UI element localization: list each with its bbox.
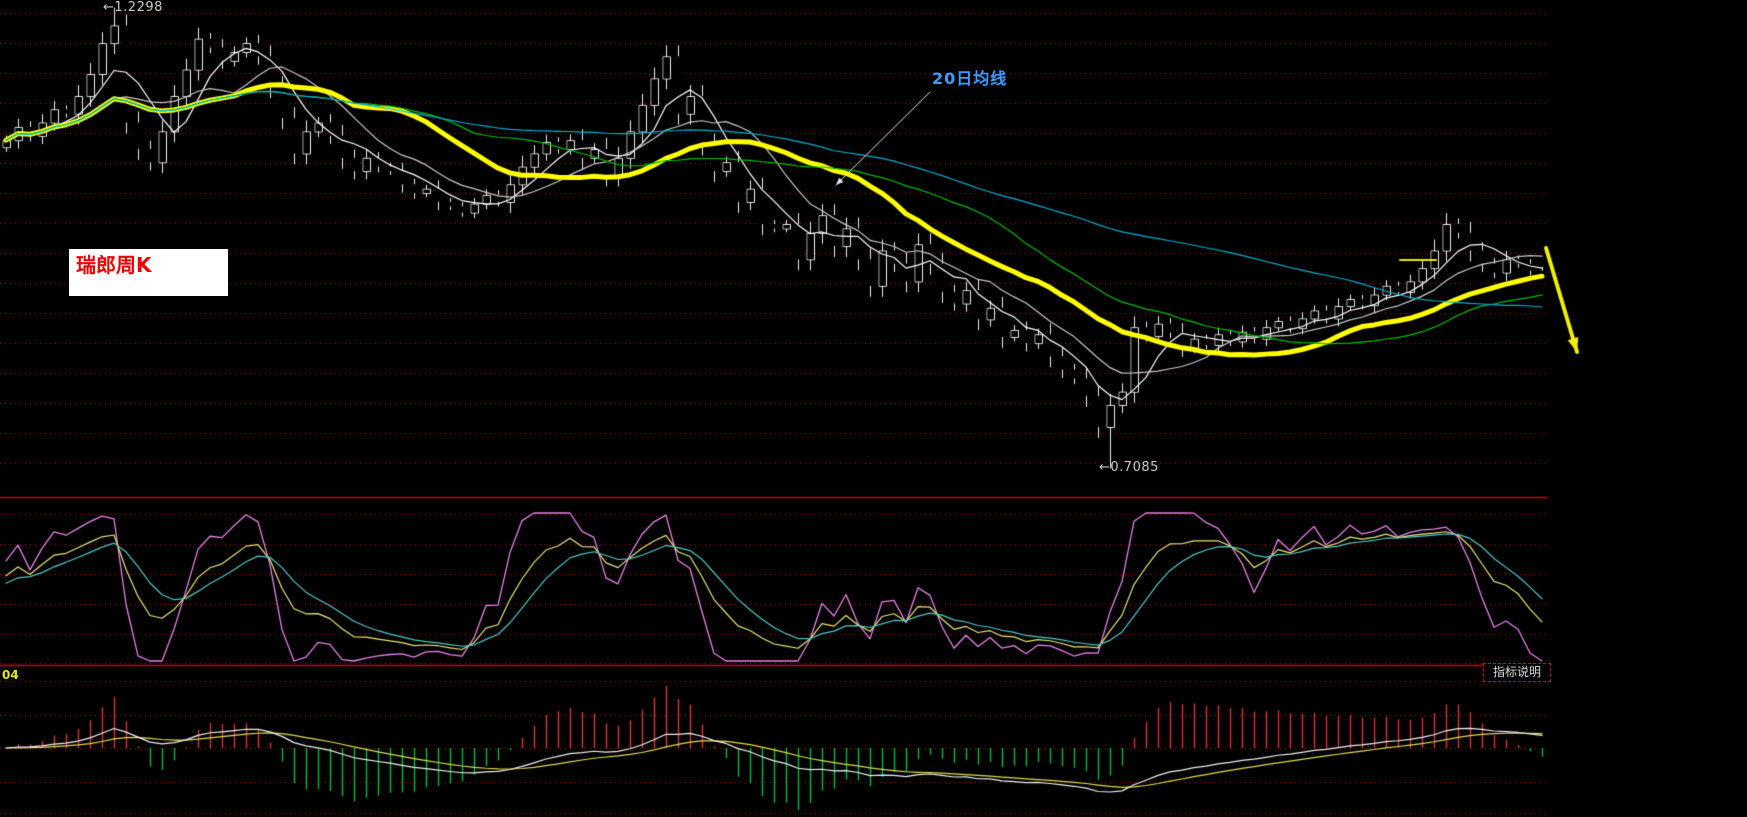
low-price-label: ←0.7085 bbox=[1099, 460, 1159, 475]
indicator-info-button[interactable]: 指标说明 bbox=[1483, 663, 1551, 682]
chart-window: ←1.2298 ←0.7085 瑞郎周K 20日均线 04 指标说明 bbox=[0, 0, 1747, 817]
high-price-label: ←1.2298 bbox=[103, 0, 163, 15]
period-label: 04 bbox=[2, 668, 19, 682]
price-chart-canvas[interactable] bbox=[0, 0, 1747, 817]
ma20-annotation-label: 20日均线 bbox=[932, 69, 1008, 88]
chart-title: 瑞郎周K bbox=[76, 253, 152, 277]
chart-title-box[interactable]: 瑞郎周K bbox=[69, 249, 228, 296]
